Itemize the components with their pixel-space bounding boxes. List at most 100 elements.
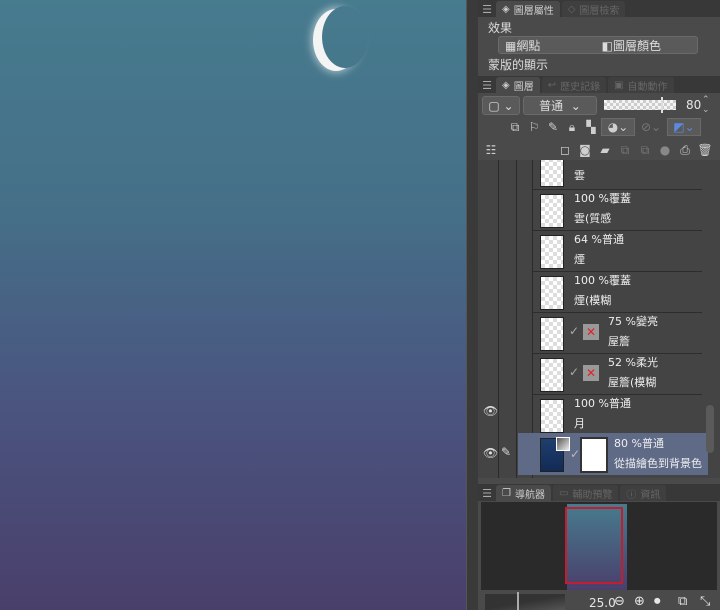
new-vector-layer-icon[interactable]: ◙ [576,141,594,159]
check-icon: ✓ [570,447,581,461]
zoom-slider-handle[interactable] [517,592,519,610]
layer-blend-info: 64 %普通 [574,233,624,246]
opacity-slider-handle[interactable] [661,97,663,113]
tab-layer-search[interactable]: ◇ 圖層檢索 [561,1,626,17]
blend-mode-value: 普通 [539,99,564,113]
tab-layer[interactable]: ◈ 圖層 [496,77,540,93]
layer-tabbar: ☰ ◈ 圖層 ↩ 歷史記錄 ▣ 自動動作 [478,76,720,93]
mask-thumbnail [580,437,608,473]
lock-transparency-icon[interactable]: ▚ [582,118,600,136]
drawing-canvas[interactable] [0,0,466,610]
check-icon: ✓ [569,365,580,379]
info-icon: ⓘ [626,489,637,501]
layer-toolbar-row1: ⧉ ⚐ ✎ 🔒︎ ▚ ◕⌄ ⊘⌄ ◩⌄ [506,118,701,136]
mask-disable-icon[interactable]: ⊘⌄ [636,118,666,136]
eye-icon[interactable]: 👁︎ [483,446,498,460]
navigator-icon: ❐ [502,487,511,499]
right-panel: ☰ ◈ 圖層屬性 ◇ 圖層檢索 效果 ▦網點 ◧圖層顏色 蒙版的顯示 ☰ ◈ 圖層 ↩… [478,0,720,610]
layer-name: 煙 [574,253,585,266]
layer-row[interactable]: 雲 [532,160,702,190]
layer-blend-info: 52 %柔光 [608,356,658,369]
new-folder-icon[interactable]: ▰ [596,141,614,159]
mask-icon[interactable]: ● [656,141,674,159]
navigator-tabbar: ☰ ❐ 導航器 ▭ 輔助預覽 ⓘ 資訊 [478,484,720,501]
layer-name: 煙(模糊 [574,294,612,307]
pen-icon: ✎ [501,445,512,459]
eye-icon[interactable]: 👁︎ [483,404,498,418]
check-icon: ✓ [569,324,580,338]
layer-scrollbar[interactable] [706,405,714,453]
layer-row[interactable]: 100 %覆蓋 雲(質感 [532,191,702,231]
transfer-down-icon[interactable]: ⧉ [616,141,634,159]
layer-name: 屋簷(模糊 [608,376,657,389]
layer-row[interactable]: 100 %覆蓋 煙(模糊 [532,273,702,313]
tab-layer-property[interactable]: ◈ 圖層屬性 [496,1,560,17]
zoom-slider[interactable] [485,592,565,610]
layer-row-selected[interactable]: ✓ 80 %普通 從描繪色到背景色 [532,435,702,475]
layer-blend-info: 80 %普通 [614,437,664,450]
layer-list-icon[interactable]: ☷ [482,141,500,159]
mask-display-heading: 蒙版的顯示 [488,58,549,72]
fit-screen-icon[interactable]: ⧉ [678,594,687,609]
navigator-viewport-frame[interactable] [565,507,623,584]
tab-auto-action[interactable]: ▣ 自動動作 [608,77,674,93]
create-mask-icon[interactable]: ⎙ [676,141,694,159]
tab-navigator[interactable]: ❐ 導航器 [496,485,551,501]
zoom-value: 25.0 [589,596,616,610]
layer-thumbnail [540,276,564,310]
layer-row[interactable]: 100 %普通月 [532,396,702,436]
layer-name: 月 [574,417,585,430]
halftone-button[interactable]: ▦網點 [505,37,540,54]
clapper-icon: ▣ [614,79,624,91]
fit-window-icon[interactable]: ⤡ [700,594,710,609]
tab-label: 導航器 [514,489,545,501]
layers-icon: ◈ [502,3,510,15]
mask-disabled-icon: ✕ [583,365,599,381]
layer-color-dropdown[interactable]: ▢ ⌄ [482,96,520,115]
opacity-slider[interactable] [604,97,676,113]
layer-thumbnail [540,235,564,269]
layer-name: 屋簷 [608,335,630,348]
effects-heading: 效果 [488,21,513,35]
layer-color-icon: ◧ [601,38,613,53]
menu-icon[interactable]: ☰ [478,486,496,501]
opacity-stepper[interactable]: ⌃ ⌄ [702,95,710,115]
mask-toggle-icon[interactable]: ◕⌄ [601,118,635,136]
tab-info[interactable]: ⓘ 資訊 [620,485,667,501]
opacity-value[interactable]: 80 [686,98,701,112]
layer-row[interactable]: 64 %普通煙 [532,232,702,272]
lock-icon[interactable]: 🔒︎ [563,118,581,136]
tab-history[interactable]: ↩ 歷史記錄 [541,77,607,93]
zoom-out-icon[interactable]: ⊖ [614,594,625,609]
layer-color-icon[interactable]: ◩⌄ [667,118,701,136]
navigator-view[interactable] [481,502,717,590]
draft-icon[interactable]: ✎ [544,118,562,136]
tab-sub-view[interactable]: ▭ 輔助預覽 [552,485,619,501]
layer-thumbnail [540,399,564,433]
reference-layer-icon[interactable]: ⚐ [525,118,543,136]
search-layer-icon: ◇ [567,3,576,15]
panel-divider[interactable] [466,0,478,610]
zoom-in-icon[interactable]: ⊕ [634,594,645,609]
undo-icon: ↩ [547,79,557,91]
layer-thumbnail [540,194,564,228]
layer-blend-info: 100 %覆蓋 [574,192,631,205]
layer-row[interactable]: ✓ ✕ 75 %變亮 屋簷 [532,314,702,354]
menu-icon[interactable]: ☰ [478,78,496,93]
layer-thumbnail [540,317,564,351]
merge-down-icon[interactable]: ⧉ [636,141,654,159]
new-raster-layer-icon[interactable]: ◻ [556,141,574,159]
gradient-layer-icon [556,437,570,451]
clip-icon[interactable]: ⧉ [506,118,524,136]
tab-label: 輔助預覽 [572,489,613,501]
layer-blend-info: 100 %普通 [574,397,631,410]
layer-row[interactable]: ✓ ✕ 52 %柔光 屋簷(模糊 [532,355,702,395]
trash-icon[interactable]: 🗑︎ [696,141,714,159]
layer-color-button[interactable]: ◧圖層顏色 [602,37,661,54]
blend-mode-dropdown[interactable]: 普通 ⌄ [523,96,597,115]
tab-label: 圖層檢索 [579,5,620,17]
menu-icon[interactable]: ☰ [478,2,496,17]
moon-shape [322,6,368,68]
mask-disabled-icon: ✕ [583,324,599,340]
actual-size-icon[interactable]: ⏺ [654,594,661,609]
